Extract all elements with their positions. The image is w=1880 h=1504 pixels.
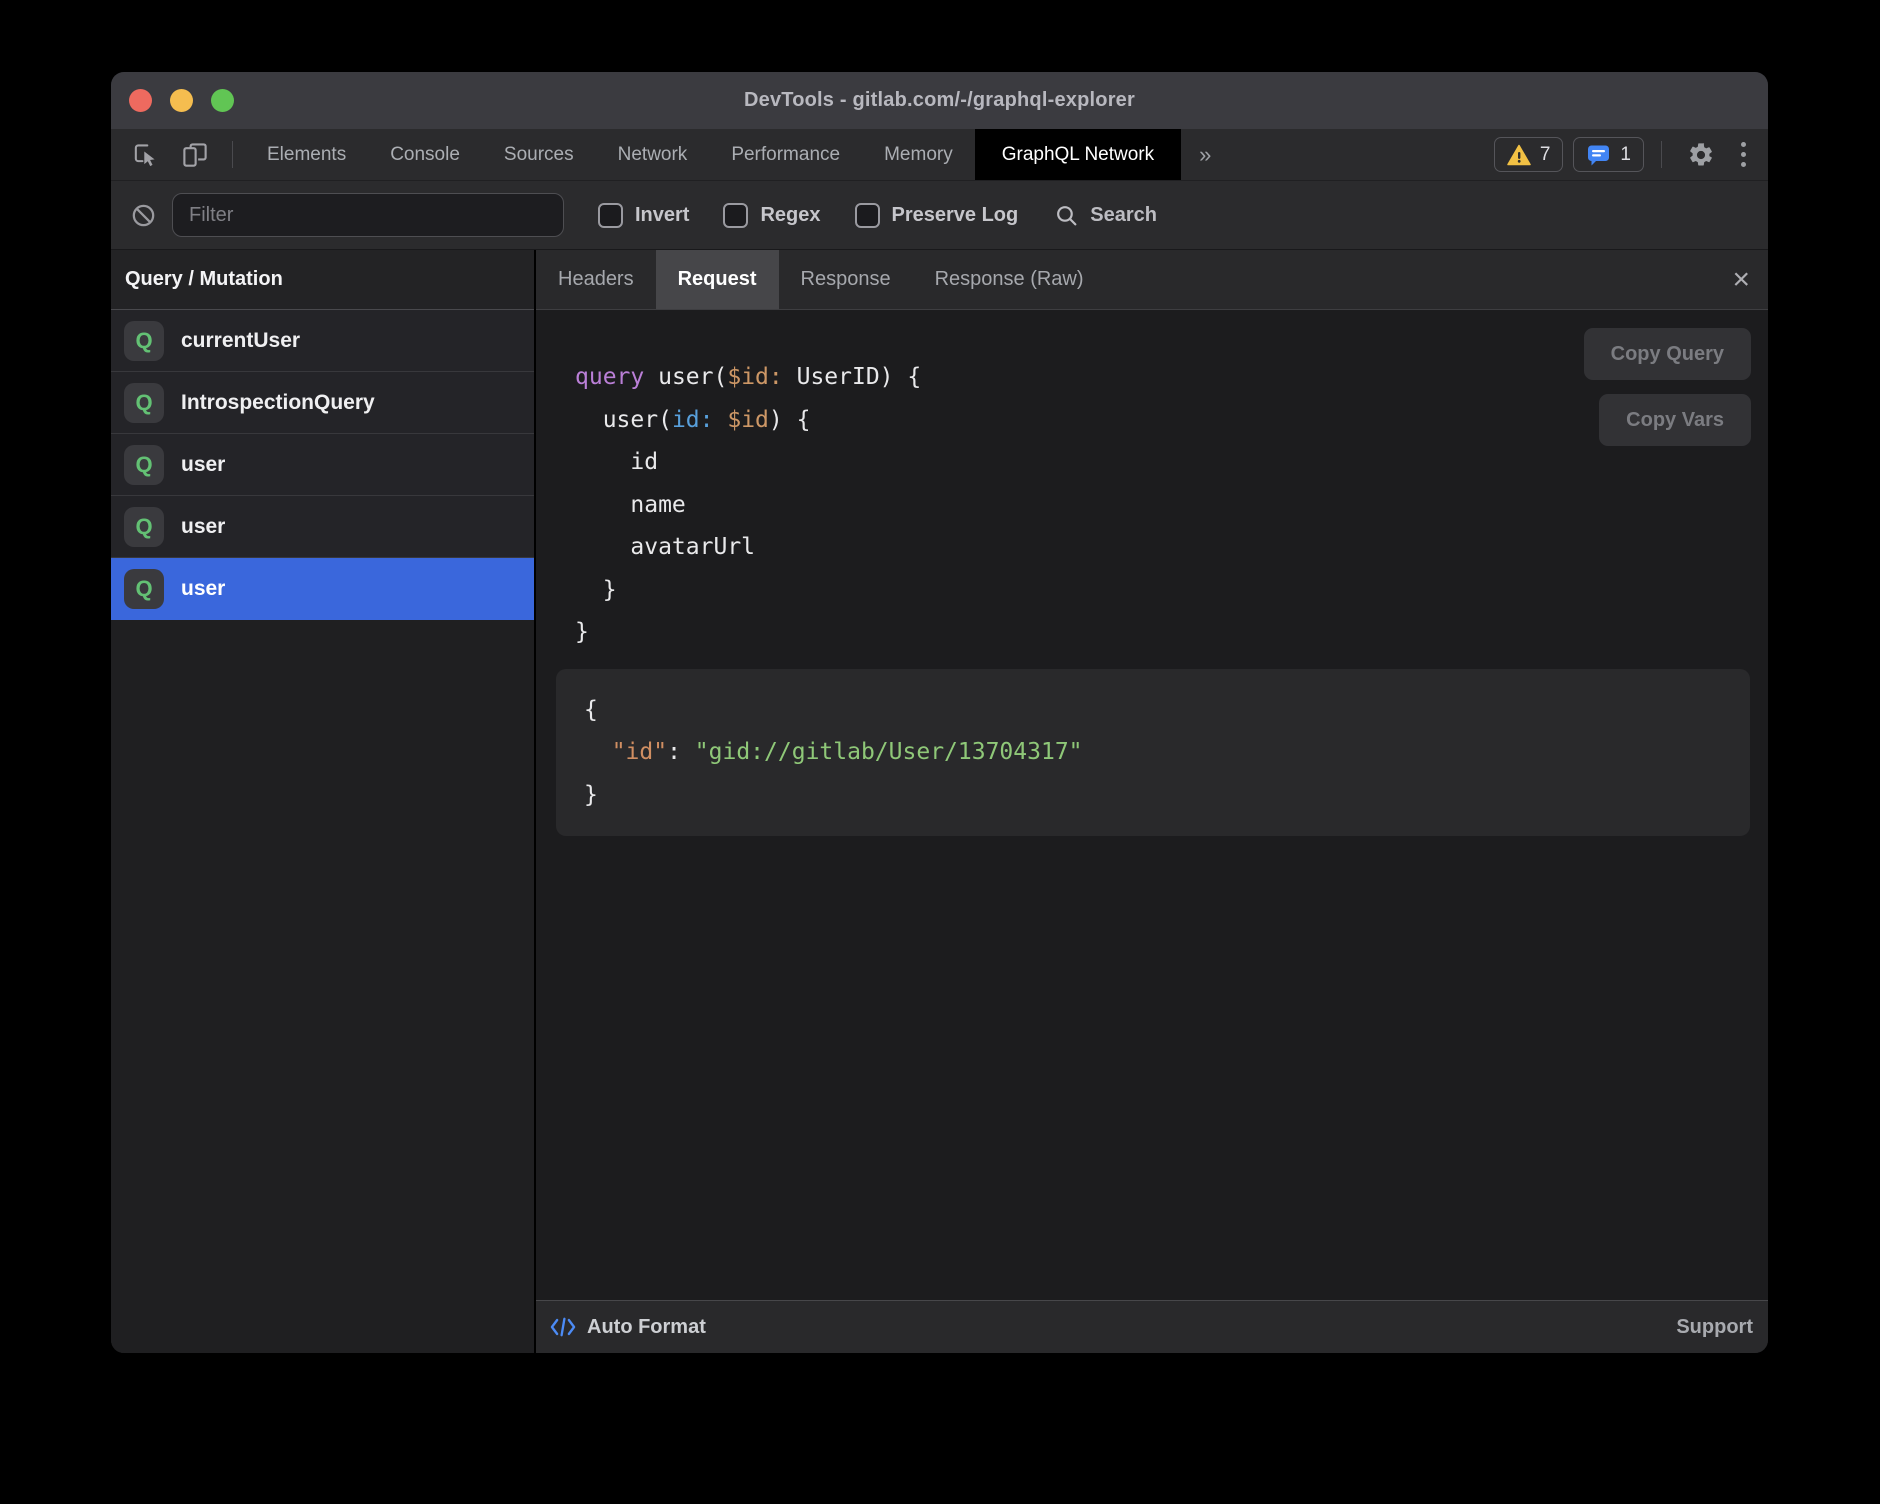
tab-console[interactable]: Console [368, 129, 482, 180]
sidebar-header: Query / Mutation [111, 250, 534, 310]
checkbox-box[interactable] [855, 203, 880, 228]
panel-footer: Auto Format Support [536, 1300, 1768, 1353]
tab-graphql-network[interactable]: GraphQL Network [975, 129, 1181, 180]
query-list-item[interactable]: Q user [111, 496, 534, 558]
checkbox-label: Invert [635, 204, 689, 227]
search-icon [1054, 203, 1079, 228]
settings-gear-icon[interactable] [1674, 129, 1728, 180]
issues-badge[interactable]: 1 [1573, 137, 1644, 172]
query-list-item[interactable]: Q currentUser [111, 310, 534, 372]
titlebar: DevTools - gitlab.com/-/graphql-explorer [111, 72, 1768, 129]
query-name: user [181, 453, 225, 477]
devtools-window: DevTools - gitlab.com/-/graphql-explorer… [111, 72, 1768, 1353]
toolbar-divider [232, 141, 233, 168]
query-type-badge: Q [124, 383, 164, 423]
filter-input[interactable] [172, 193, 564, 237]
checkbox-box[interactable] [723, 203, 748, 228]
clear-icon[interactable] [130, 202, 157, 229]
issue-count: 1 [1620, 144, 1631, 166]
message-icon [1586, 143, 1611, 167]
search-label: Search [1090, 204, 1157, 227]
window-title: DevTools - gitlab.com/-/graphql-explorer [744, 89, 1135, 112]
toolbar-divider [1661, 141, 1662, 168]
checkbox-label: Regex [760, 204, 820, 227]
query-type-badge: Q [124, 507, 164, 547]
close-panel-icon[interactable]: × [1732, 250, 1750, 309]
traffic-lights [129, 72, 234, 129]
more-tabs-button[interactable]: » [1181, 129, 1229, 180]
device-toolbar-icon[interactable] [170, 129, 220, 180]
query-name: user [181, 577, 225, 601]
detail-tabs: Headers Request Response Response (Raw) … [536, 250, 1768, 310]
query-variables-code: { "id": "gid://gitlab/User/13704317"} [584, 689, 1722, 817]
fullscreen-window-button[interactable] [211, 89, 234, 112]
search-button[interactable]: Search [1054, 203, 1157, 228]
warning-count: 7 [1540, 144, 1551, 166]
query-list-item-selected[interactable]: Q user [111, 558, 534, 620]
warning-icon [1507, 144, 1531, 166]
devtools-toolbar: Elements Console Sources Network Perform… [111, 129, 1768, 181]
filter-toolbar: Invert Regex Preserve Log Search [111, 181, 1768, 250]
query-type-badge: Q [124, 445, 164, 485]
tab-response-raw[interactable]: Response (Raw) [913, 250, 1106, 309]
query-variables-box: { "id": "gid://gitlab/User/13704317"} [556, 669, 1750, 837]
query-type-badge: Q [124, 321, 164, 361]
query-name: user [181, 515, 225, 539]
tab-memory[interactable]: Memory [862, 129, 975, 180]
tab-response[interactable]: Response [779, 250, 913, 309]
query-list-item[interactable]: Q IntrospectionQuery [111, 372, 534, 434]
query-type-badge: Q [124, 569, 164, 609]
detail-panel: Headers Request Response Response (Raw) … [536, 250, 1768, 1353]
warnings-badge[interactable]: 7 [1494, 137, 1564, 172]
tab-elements[interactable]: Elements [245, 129, 368, 180]
minimize-window-button[interactable] [170, 89, 193, 112]
copy-buttons: Copy Query Copy Vars [1584, 328, 1751, 446]
regex-checkbox[interactable]: Regex [723, 203, 820, 228]
query-name: IntrospectionQuery [181, 391, 375, 415]
support-link[interactable]: Support [1676, 1316, 1753, 1339]
query-list-item[interactable]: Q user [111, 434, 534, 496]
copy-vars-button[interactable]: Copy Vars [1599, 394, 1751, 446]
kebab-menu-icon[interactable] [1728, 129, 1768, 180]
copy-query-button[interactable]: Copy Query [1584, 328, 1751, 380]
query-name: currentUser [181, 329, 300, 353]
checkbox-label: Preserve Log [892, 204, 1019, 227]
tab-performance[interactable]: Performance [709, 129, 862, 180]
code-format-icon[interactable] [549, 1314, 577, 1340]
tab-sources[interactable]: Sources [482, 129, 596, 180]
tab-headers[interactable]: Headers [536, 250, 656, 309]
tab-request[interactable]: Request [656, 250, 779, 309]
inspect-element-icon[interactable] [111, 129, 170, 180]
invert-checkbox[interactable]: Invert [598, 203, 689, 228]
close-window-button[interactable] [129, 89, 152, 112]
auto-format-button[interactable]: Auto Format [587, 1316, 706, 1339]
main-split: Query / Mutation Q currentUser Q Introsp… [111, 250, 1768, 1353]
checkbox-box[interactable] [598, 203, 623, 228]
sidebar-empty-area [111, 620, 534, 1353]
query-list-sidebar: Query / Mutation Q currentUser Q Introsp… [111, 250, 536, 1353]
request-content: Copy Query Copy Vars query user($id: Use… [536, 310, 1768, 1300]
tab-network[interactable]: Network [596, 129, 710, 180]
preserve-log-checkbox[interactable]: Preserve Log [855, 203, 1019, 228]
toolbar-spacer [1229, 129, 1488, 180]
